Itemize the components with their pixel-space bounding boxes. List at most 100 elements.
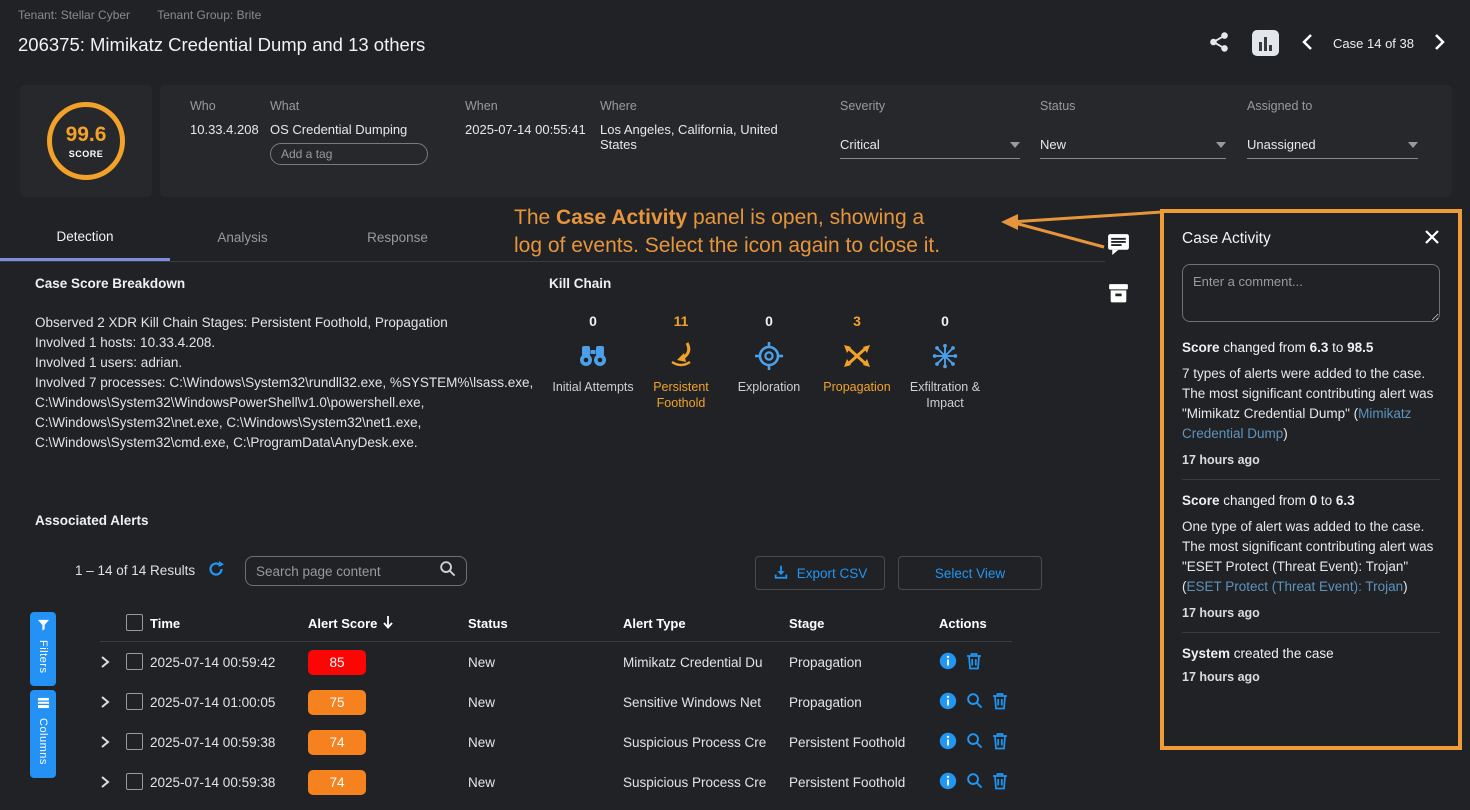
target-icon: [725, 341, 813, 371]
score-label: SCORE: [69, 149, 104, 159]
stage-exploration: 0 Exploration: [725, 313, 813, 411]
tab-analysis[interactable]: Analysis: [170, 214, 315, 261]
cell-alert-type: Suspicious Process Cre: [623, 735, 789, 750]
annotation-text: The Case Activity panel is open, showing…: [514, 204, 940, 260]
info-button[interactable]: [939, 772, 957, 793]
stage-initial-attempts: 0 Initial Attempts: [549, 313, 637, 411]
cell-alert-type: Mimikatz Credential Du: [623, 655, 789, 670]
cell-status: New: [468, 775, 623, 790]
field-where: Where Los Angeles, California, United St…: [600, 99, 840, 197]
investigate-button[interactable]: [966, 732, 983, 752]
case-detail-page: Tenant: Stellar Cyber Tenant Group: Brit…: [0, 0, 1470, 810]
cell-time: 2025-07-14 00:59:42: [150, 655, 308, 670]
case-activity-title: Case Activity: [1182, 230, 1271, 248]
when-value: 2025-07-14 00:55:41: [465, 122, 600, 137]
score-card: 99.6 SCORE: [20, 85, 152, 197]
chevron-down-icon: [1010, 142, 1020, 148]
info-button[interactable]: [939, 732, 957, 753]
cell-time: 2025-07-14 00:59:38: [150, 735, 308, 750]
case-score-breakdown: Case Score Breakdown Observed 2 XDR Kill…: [35, 276, 543, 453]
next-case-button[interactable]: [1434, 33, 1446, 54]
severity-dropdown[interactable]: Critical: [840, 137, 1020, 159]
col-alert-score[interactable]: Alert Score: [308, 615, 468, 632]
info-button[interactable]: [939, 692, 957, 713]
entry-timestamp: 17 hours ago: [1182, 606, 1440, 620]
row-checkbox[interactable]: [126, 733, 143, 750]
case-activity-toggle-button[interactable]: [1106, 231, 1131, 259]
kill-chain-title: Kill Chain: [549, 276, 999, 291]
delete-button[interactable]: [992, 692, 1008, 713]
alert-score-badge: 75: [308, 690, 366, 715]
prev-case-button[interactable]: [1301, 33, 1313, 54]
magnify-icon: [966, 732, 983, 752]
share-button[interactable]: [1208, 31, 1230, 56]
comment-input[interactable]: [1182, 264, 1440, 322]
activity-entry: System created the case 17 hours ago: [1182, 633, 1440, 696]
columns-button[interactable]: Columns: [30, 690, 56, 778]
entry-timestamp: 17 hours ago: [1182, 670, 1440, 684]
where-label: Where: [600, 99, 800, 113]
table-row: 2025-07-14 00:59:38 74 New Suspicious Pr…: [100, 762, 1012, 802]
col-time: Time: [150, 616, 308, 631]
trash-icon: [992, 732, 1008, 753]
alert-score-badge: 74: [308, 770, 366, 795]
status-value: New: [1040, 137, 1066, 152]
when-label: When: [465, 99, 600, 113]
investigate-button[interactable]: [966, 772, 983, 792]
status-dropdown[interactable]: New: [1040, 137, 1226, 159]
alert-link[interactable]: ESET Protect (Threat Event): Trojan: [1187, 579, 1404, 594]
info-button[interactable]: [939, 652, 957, 673]
case-activity-panel: Case Activity Score changed from 6.3 to …: [1160, 209, 1462, 750]
tab-detection[interactable]: Detection: [0, 214, 170, 261]
score-value: 99.6: [66, 123, 107, 147]
assigned-dropdown[interactable]: Unassigned: [1247, 137, 1418, 159]
exfiltration-icon: [901, 341, 989, 371]
where-value: Los Angeles, California, United States: [600, 122, 800, 152]
annotation-arrow: [1000, 200, 1170, 260]
cell-status: New: [468, 695, 623, 710]
tab-response[interactable]: Response: [315, 214, 480, 261]
activity-entry: Score changed from 0 to 6.3 One type of …: [1182, 480, 1440, 633]
delete-button[interactable]: [966, 652, 982, 673]
stage-exfiltration-impact: 0 Exfiltration & Impact: [901, 313, 989, 411]
case-info-card: Who 10.33.4.208 What OS Credential Dumpi…: [160, 85, 1452, 197]
case-summary: 99.6 SCORE Who 10.33.4.208 What OS Crede…: [20, 85, 1452, 197]
select-all-checkbox[interactable]: [126, 614, 143, 631]
case-nav-label: Case 14 of 38: [1333, 36, 1414, 51]
row-checkbox[interactable]: [126, 693, 143, 710]
assigned-label: Assigned to: [1247, 99, 1437, 113]
cell-time: 2025-07-14 01:00:05: [150, 695, 308, 710]
add-tag-input[interactable]: [270, 143, 428, 165]
binoculars-icon: [549, 341, 637, 371]
export-csv-button[interactable]: Export CSV: [755, 556, 885, 590]
delete-button[interactable]: [992, 732, 1008, 753]
filters-button[interactable]: Filters: [30, 612, 56, 686]
close-panel-button[interactable]: [1424, 229, 1440, 248]
expand-row-button[interactable]: [100, 655, 110, 669]
table-row: 2025-07-14 01:00:05 75 New Sensitive Win…: [100, 682, 1012, 722]
who-label: Who: [190, 99, 270, 113]
close-icon: [1424, 229, 1440, 248]
score-ring: 99.6 SCORE: [47, 102, 125, 180]
bar-chart-icon: [1252, 30, 1279, 56]
trash-icon: [992, 772, 1008, 793]
comment-icon: [1106, 244, 1131, 259]
field-who: Who 10.33.4.208: [190, 99, 270, 197]
expand-row-button[interactable]: [100, 695, 110, 709]
expand-row-button[interactable]: [100, 775, 110, 789]
row-checkbox[interactable]: [126, 773, 143, 790]
refresh-button[interactable]: [207, 560, 225, 581]
investigate-button[interactable]: [966, 692, 983, 712]
select-view-button[interactable]: Select View: [898, 556, 1042, 590]
cell-status: New: [468, 735, 623, 750]
breakdown-title: Case Score Breakdown: [35, 276, 543, 291]
case-chart-button[interactable]: [1252, 30, 1279, 56]
row-checkbox[interactable]: [126, 653, 143, 670]
archive-case-button[interactable]: [1106, 280, 1131, 308]
expand-row-button[interactable]: [100, 735, 110, 749]
delete-button[interactable]: [992, 772, 1008, 793]
case-activity-header: Case Activity: [1182, 229, 1440, 248]
search-input[interactable]: [256, 564, 439, 579]
cell-actions: [939, 772, 1012, 793]
chevron-left-icon: [1301, 33, 1313, 54]
